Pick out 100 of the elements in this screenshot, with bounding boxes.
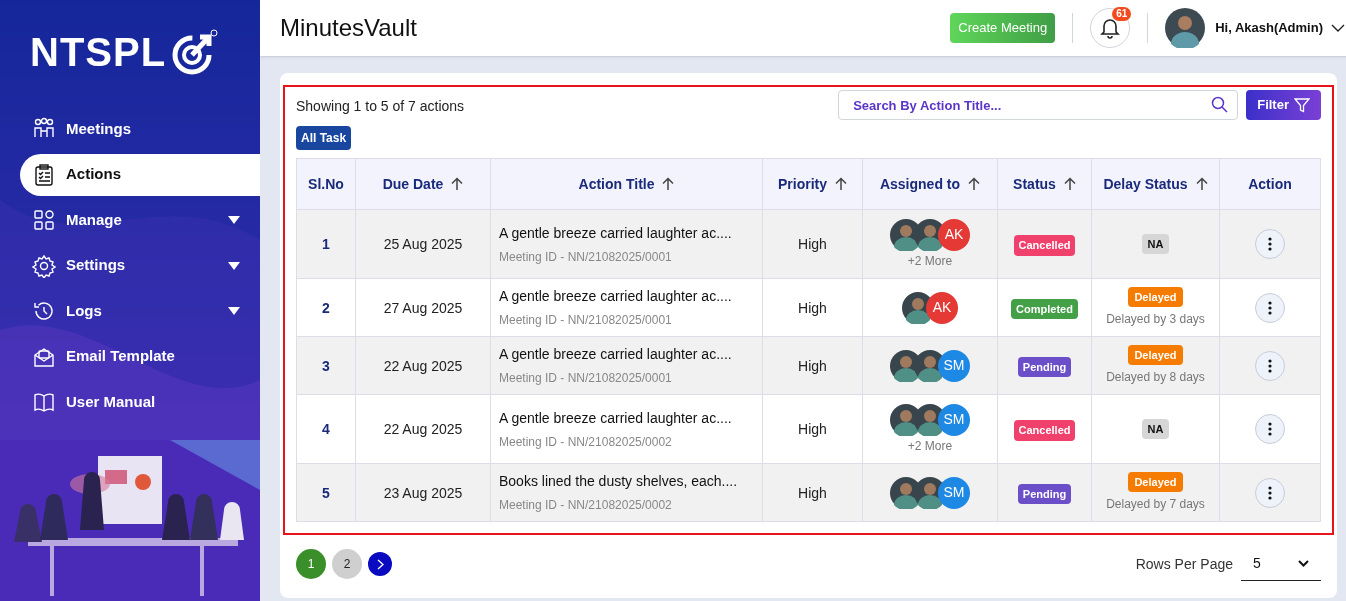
sidebar-item[interactable]: Email Template	[20, 335, 260, 378]
avatar-initials: SM	[938, 476, 970, 509]
caret-icon[interactable]	[228, 261, 240, 270]
next-page-button[interactable]	[368, 552, 392, 576]
more-options-button[interactable]	[1255, 350, 1285, 381]
search-field[interactable]: Search By Action Title...	[838, 90, 1239, 120]
column-header[interactable]: Action Title	[490, 158, 763, 210]
status-badge: Pending	[1017, 356, 1072, 377]
sort-arrow-icon[interactable]	[835, 177, 847, 191]
more-assignees[interactable]: +2 More	[907, 436, 953, 455]
status-badge: Pending	[1017, 483, 1072, 504]
sidebar-item[interactable]: Logs	[20, 290, 260, 332]
status-badge: Cancelled	[1013, 235, 1076, 256]
action-title[interactable]: A gentle breeze carried laughter ac....	[499, 222, 762, 244]
delay-note: Delayed by 8 days	[1106, 369, 1205, 387]
sort-arrow-icon[interactable]	[968, 177, 981, 191]
sort-arrow-icon[interactable]	[662, 177, 675, 191]
logo-mark-icon	[170, 29, 219, 75]
page-button[interactable]: 1	[296, 549, 326, 579]
avatar-initials: SM	[938, 349, 970, 382]
sidebar-item[interactable]: Manage	[20, 199, 260, 241]
search-icon[interactable]	[1211, 96, 1229, 113]
kebab-icon	[1268, 485, 1272, 500]
priority: High	[798, 484, 827, 501]
action-title[interactable]: A gentle breeze carried laughter ac....	[499, 286, 762, 307]
sidebar-item[interactable]: Meetings	[20, 108, 260, 150]
avatar-initials: AK	[938, 218, 970, 251]
row-number: 1	[322, 236, 330, 252]
column-header[interactable]: Due Date	[355, 158, 491, 210]
results-summary: Showing 1 to 5 of 7 actions	[296, 97, 466, 116]
column-header[interactable]: Status	[997, 158, 1092, 210]
kebab-icon	[1268, 300, 1272, 315]
sort-arrow-icon[interactable]	[451, 177, 464, 191]
sidebar-item[interactable]: Settings	[20, 244, 260, 287]
more-options-button[interactable]	[1255, 292, 1285, 323]
status-badge: Completed	[1011, 298, 1078, 319]
chevron-down-icon[interactable]	[1331, 24, 1345, 32]
delay-badge: NA	[1141, 233, 1170, 255]
more-options-button[interactable]	[1255, 477, 1285, 508]
sort-arrow-icon[interactable]	[1195, 177, 1208, 191]
caret-icon[interactable]	[228, 307, 240, 315]
due-date: 22 Aug 2025	[383, 421, 463, 437]
notification-button[interactable]: 61	[1090, 8, 1131, 48]
notification-count: 61	[1112, 7, 1132, 21]
due-date: 25 Aug 2025	[383, 236, 463, 252]
column-header[interactable]: Priority	[762, 158, 863, 210]
delay-note: Delayed by 3 days	[1106, 311, 1205, 329]
column-header[interactable]: Delay Status	[1091, 158, 1220, 210]
row-number: 4	[322, 421, 330, 437]
sidebar-item[interactable]: User Manual	[20, 381, 260, 423]
kebab-icon	[1268, 422, 1272, 436]
page-title: MinutesVault	[280, 13, 418, 43]
book-icon	[32, 390, 56, 414]
more-options-button[interactable]	[1255, 229, 1285, 259]
rows-per-page-select[interactable]: 5	[1241, 547, 1321, 581]
meeting-id: Meeting ID - NN/21082025/0002	[499, 497, 673, 514]
chevron-right-icon	[376, 558, 384, 570]
column-header[interactable]: Assigned to	[862, 158, 998, 210]
row-number: 3	[322, 357, 330, 374]
sidebar-item[interactable]: Actions	[20, 153, 260, 196]
priority: High	[798, 357, 827, 374]
delay-badge: Delayed	[1128, 344, 1183, 366]
kebab-icon	[1268, 237, 1272, 251]
delay-badge: Delayed	[1128, 286, 1183, 308]
action-title[interactable]: Books lined the dusty shelves, each....	[499, 471, 762, 492]
column-header: Sl.No	[296, 158, 356, 210]
chevron-down-icon	[1298, 560, 1309, 567]
status-badge: Cancelled	[1013, 420, 1076, 441]
delay-note: Delayed by 7 days	[1106, 496, 1205, 514]
task-filter-tab[interactable]: All Task	[296, 126, 352, 150]
more-assignees[interactable]: +2 More	[907, 251, 953, 270]
user-avatar[interactable]	[1165, 8, 1206, 48]
bell-icon	[1100, 17, 1121, 39]
page-button[interactable]: 2	[332, 549, 362, 579]
meeting-id: Meeting ID - NN/21082025/0002	[499, 433, 673, 451]
user-greeting[interactable]: Hi, Akash(Admin)	[1215, 18, 1323, 38]
history-icon	[32, 299, 56, 323]
settings-icon	[32, 253, 56, 278]
meeting-id: Meeting ID - NN/21082025/0001	[499, 312, 673, 329]
action-title[interactable]: A gentle breeze carried laughter ac....	[499, 344, 762, 365]
sort-arrow-icon[interactable]	[1063, 177, 1076, 191]
due-date: 22 Aug 2025	[383, 357, 463, 374]
logo-text: NTSPL	[30, 29, 167, 76]
rows-per-page-label: Rows Per Page	[1135, 554, 1233, 574]
more-options-button[interactable]	[1255, 414, 1285, 444]
row-number: 5	[322, 484, 330, 501]
filter-button[interactable]: Filter	[1246, 90, 1321, 120]
delay-badge: NA	[1141, 418, 1170, 440]
action-title[interactable]: A gentle breeze carried laughter ac....	[499, 407, 762, 429]
clipboard-icon	[32, 162, 56, 187]
row-number: 2	[322, 299, 330, 316]
meeting-id: Meeting ID - NN/21082025/0001	[499, 248, 673, 266]
kebab-icon	[1268, 358, 1272, 373]
priority: High	[798, 299, 827, 316]
caret-icon[interactable]	[228, 216, 240, 224]
delay-badge: Delayed	[1128, 471, 1183, 493]
priority: High	[798, 421, 827, 437]
meeting-id: Meeting ID - NN/21082025/0001	[499, 370, 673, 387]
grid-icon	[32, 208, 56, 232]
due-date: 23 Aug 2025	[383, 484, 463, 501]
